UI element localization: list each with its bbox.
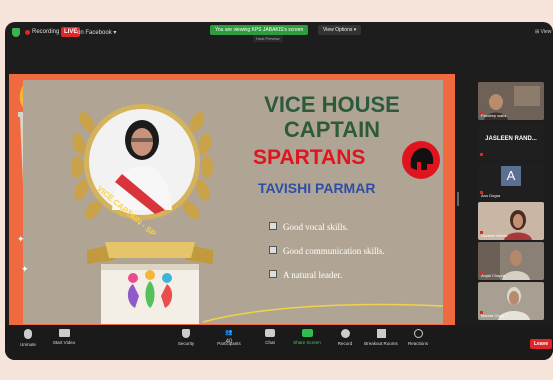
slide-panel: VICE CAPTAIN - SP VICE HOUSE CAPTAIN SPA… — [23, 80, 443, 324]
checkbox-icon — [269, 270, 277, 278]
chat-button[interactable]: Chat — [258, 329, 282, 345]
start-video-label: Start Video — [52, 340, 76, 345]
bullet-text: A natural leader. — [283, 270, 343, 280]
checkbox-icon — [269, 246, 277, 254]
star-icon: ✦ — [17, 234, 25, 244]
breakout-rooms-icon — [376, 329, 386, 338]
people-logo-icon — [127, 270, 173, 308]
chat-label: Chat — [265, 340, 275, 345]
list-item: Good vocal skills. — [269, 222, 385, 232]
avatar: A — [501, 166, 521, 186]
participant-name: Anjali Chopra — [481, 273, 506, 278]
host-tag: Host Preview — [253, 35, 283, 42]
participant-name-center: JASLEEN RAND... — [485, 136, 537, 142]
record-button[interactable]: Record — [332, 329, 358, 346]
participant-tile[interactable]: Pardeep walia — [478, 82, 544, 120]
video-off-icon — [58, 329, 70, 337]
top-bar: Recording LIVE on Facebook ▾ You are vie… — [5, 22, 553, 44]
bullet-text: Good communication skills. — [283, 246, 385, 256]
participants-button[interactable]: 👥40 Participants — [211, 329, 247, 346]
breakout-rooms-label: Breakout Rooms — [364, 341, 398, 346]
participant-tile[interactable]: JASLEEN RAND... — [478, 122, 544, 160]
participant-tile[interactable]: Anjali Chopra — [478, 242, 544, 280]
start-video-button[interactable]: Start Video — [47, 329, 81, 345]
viewing-banner: You are viewing KPS JABAKIS's screen — [210, 25, 309, 35]
house-name: SPARTANS — [253, 146, 366, 169]
spartan-helmet-icon — [402, 141, 440, 179]
record-dot-icon — [25, 29, 30, 35]
slide-title-line1: VICE HOUSE — [264, 92, 400, 117]
stars-left: ✦ ✦ — [13, 234, 33, 334]
shield-icon — [182, 329, 190, 338]
participants-icon: 👥40 — [225, 330, 233, 345]
muted-mic-icon — [24, 329, 32, 339]
zoom-window: Recording LIVE on Facebook ▾ You are vie… — [5, 22, 553, 360]
bullet-list: Good vocal skills. Good communication sk… — [269, 222, 385, 280]
student-name: TAVISHI PARMAR — [258, 180, 376, 196]
muted-mic-icon — [480, 153, 483, 156]
list-item: Good communication skills. — [269, 246, 385, 256]
shield-icon[interactable] — [12, 28, 20, 37]
participant-name: Mamta Chop... — [481, 313, 508, 318]
reactions-label: Reactions — [407, 341, 428, 346]
recording-label: Recording — [32, 29, 60, 35]
security-label: Security — [177, 341, 195, 346]
view-options-label: View Options — [323, 27, 353, 33]
participants-label: Participants — [217, 341, 241, 346]
record-label: Record — [337, 341, 353, 346]
share-screen-button[interactable]: Share Screen — [289, 329, 325, 345]
record-icon — [340, 329, 350, 338]
participant-name: Pardeep walia — [481, 113, 507, 118]
shared-screen: VICE CAPTAIN - SP VICE HOUSE CAPTAIN SPA… — [9, 74, 455, 345]
leave-button[interactable]: Leave — [530, 339, 553, 349]
view-toggle-label: View — [540, 29, 552, 35]
decorative-swoosh — [203, 303, 443, 323]
panel-splitter[interactable] — [457, 192, 459, 206]
share-screen-icon — [301, 329, 313, 337]
participant-name: Anu Dogra — [481, 193, 501, 198]
slide-title-line2: CAPTAIN — [283, 117, 381, 142]
star-icon: ✦ — [21, 264, 29, 274]
breakout-rooms-button[interactable]: Breakout Rooms — [361, 329, 401, 346]
security-button[interactable]: Security — [171, 329, 201, 346]
participant-name: Gurleen Mehta — [481, 233, 508, 238]
view-options-button[interactable]: View Options ▾ — [318, 25, 362, 35]
participant-tile[interactable]: A Anu Dogra — [478, 162, 544, 200]
live-destination[interactable]: on Facebook ▾ — [77, 29, 116, 36]
reactions-icon — [413, 329, 423, 338]
participant-tile[interactable]: Mamta Chop... — [478, 282, 544, 320]
live-destination-label: on Facebook — [77, 30, 112, 36]
share-screen-label: Share Screen — [293, 340, 321, 345]
unmute-button[interactable]: Unmute — [13, 329, 43, 347]
recording-indicator[interactable]: Recording — [25, 29, 59, 35]
view-toggle-button[interactable]: ⊞ View — [535, 29, 551, 35]
bullet-text: Good vocal skills. — [283, 222, 349, 232]
checkbox-icon — [269, 222, 277, 230]
unmute-label: Unmute — [20, 342, 36, 347]
list-item: A natural leader. — [269, 270, 385, 280]
reactions-button[interactable]: Reactions — [403, 329, 433, 346]
chat-icon — [265, 329, 275, 337]
meeting-toolbar: Unmute Start Video Security 👥40 Particip… — [5, 325, 553, 360]
participant-tile[interactable]: Gurleen Mehta — [478, 202, 544, 240]
